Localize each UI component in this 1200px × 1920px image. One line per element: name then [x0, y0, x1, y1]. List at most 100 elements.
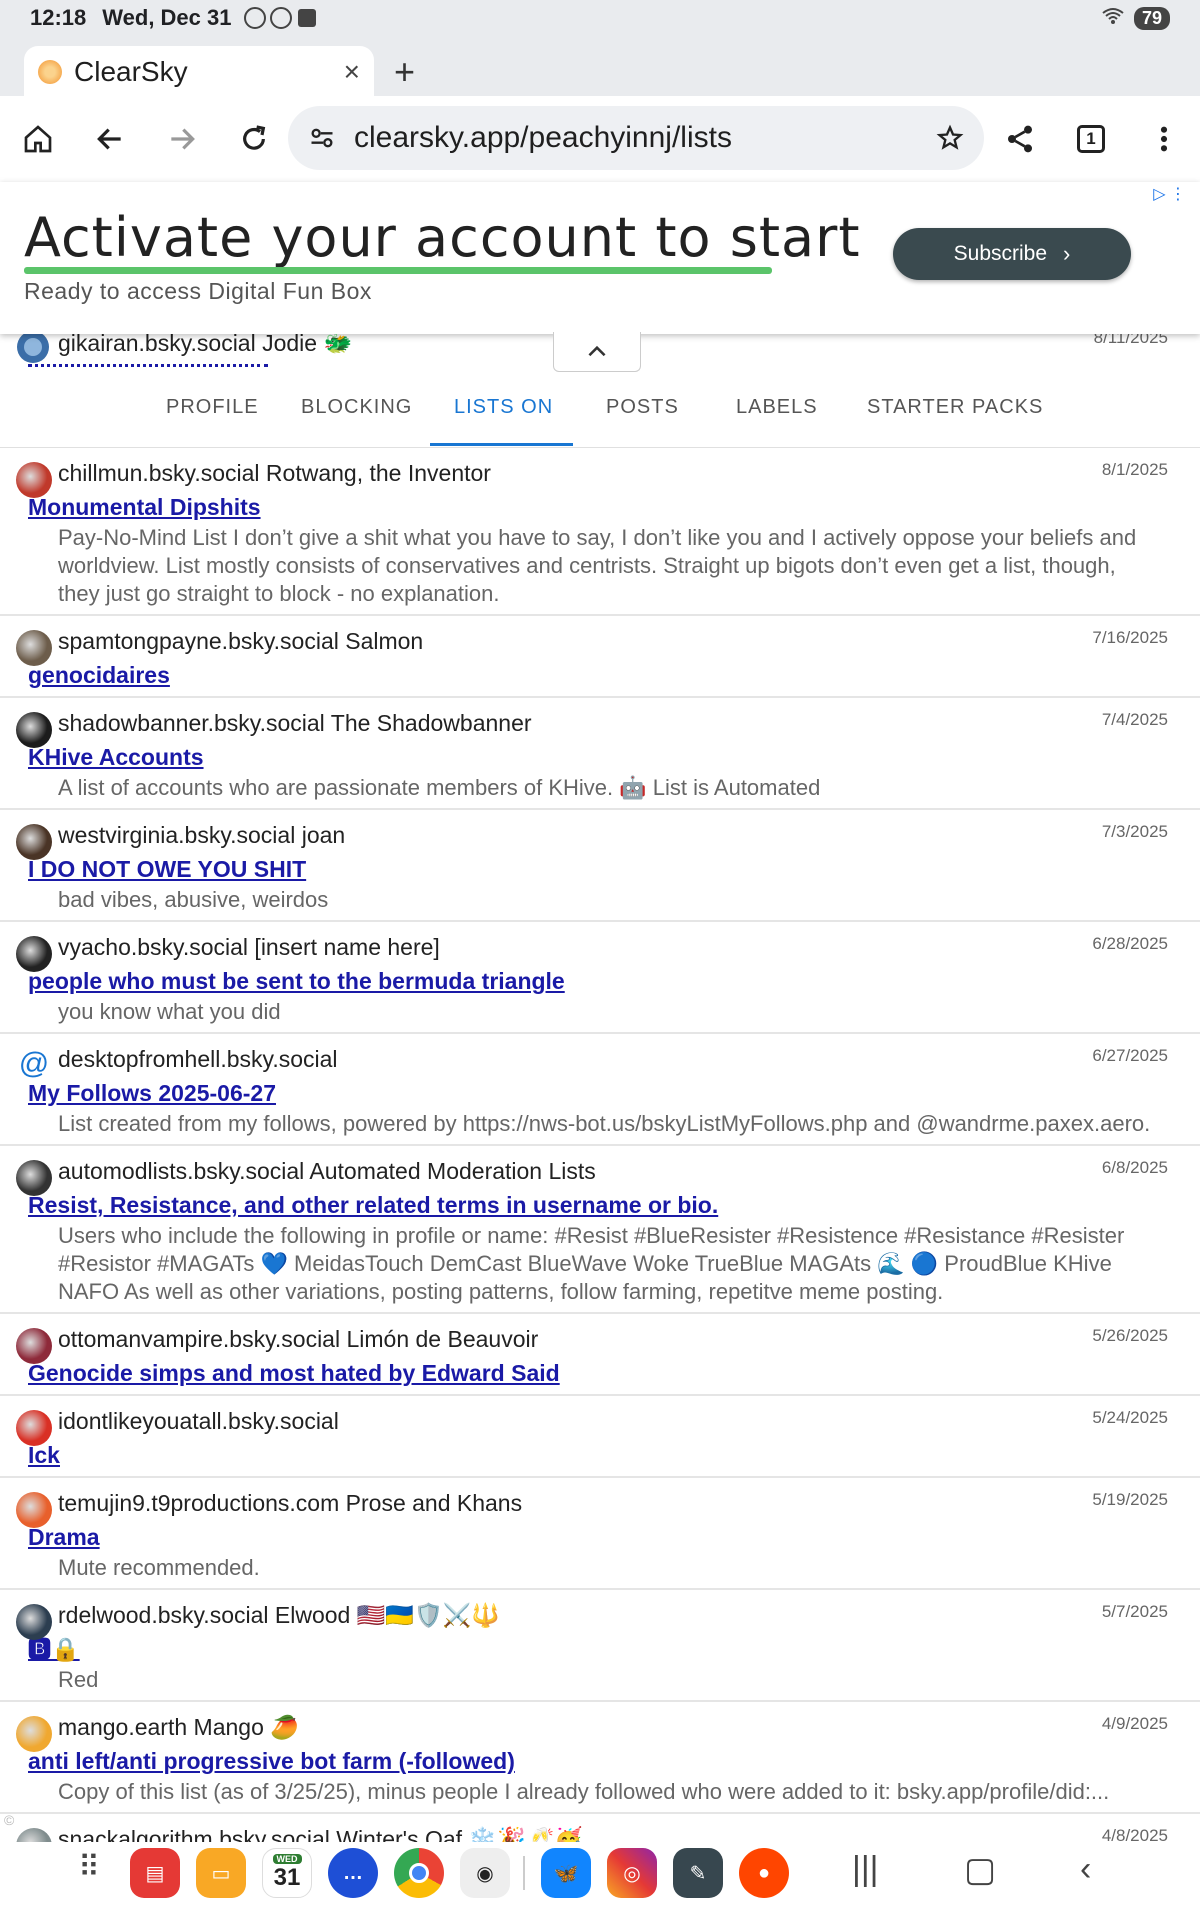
home-nav-icon[interactable]: ▢	[964, 1850, 996, 1890]
url-text[interactable]: clearsky.app/peachyinnj/lists	[354, 121, 936, 155]
tab-starter-packs[interactable]: STARTER PACKS	[867, 396, 1043, 419]
ad-underline	[24, 267, 772, 274]
forward-button[interactable]	[146, 103, 218, 175]
list-owner[interactable]: desktopfromhell.bsky.social	[58, 1042, 1200, 1076]
list-name-link[interactable]: genocidaires	[28, 658, 170, 692]
list-date: 5/19/2025	[1092, 1490, 1168, 1509]
list-item: shadowbanner.bsky.social The Shadowbanne…	[0, 698, 1200, 810]
clock: 12:18	[30, 5, 87, 30]
watermark: ©	[4, 1812, 15, 1828]
list-date: 7/3/2025	[1101, 822, 1168, 841]
messages-app-icon[interactable]: …	[328, 1848, 378, 1898]
instagram-app-icon[interactable]: ◎	[607, 1848, 657, 1898]
date: Wed, Dec 31	[102, 5, 232, 30]
list-date: 5/24/2025	[1092, 1408, 1168, 1427]
address-bar[interactable]: clearsky.app/peachyinnj/lists	[288, 106, 984, 170]
avatar[interactable]: @	[16, 1048, 52, 1084]
list-owner[interactable]: rdelwood.bsky.social Elwood 🇺🇸🇺🇦🛡️⚔️🔱	[58, 1598, 1200, 1632]
notification-icon	[269, 7, 292, 29]
list-description: Users who include the following in profi…	[58, 1223, 1125, 1304]
list-owner[interactable]: shadowbanner.bsky.social The Shadowbanne…	[58, 706, 1200, 740]
list-name-link[interactable]: I DO NOT OWE YOU SHIT	[28, 852, 306, 886]
list-name-link[interactable]: KHive Accounts	[28, 740, 204, 774]
tab-switcher-button[interactable]: 1	[1055, 103, 1127, 175]
list-owner[interactable]: spamtongpayne.bsky.social Salmon	[58, 624, 1200, 658]
back-button[interactable]	[74, 103, 146, 175]
list-owner[interactable]: mango.earth Mango 🥭	[58, 1710, 1200, 1744]
avatar[interactable]	[16, 462, 52, 498]
list-owner[interactable]: idontlikeyouatall.bsky.social	[58, 1404, 1200, 1438]
avatar[interactable]	[16, 712, 52, 748]
list-name-link[interactable]: Resist, Resistance, and other related te…	[28, 1188, 718, 1222]
list-owner[interactable]: ottomanvampire.bsky.social Limón de Beau…	[58, 1322, 1200, 1356]
avatar[interactable]	[16, 1160, 52, 1196]
subscribe-button[interactable]: Subscribe ›	[893, 228, 1131, 280]
chrome-app-icon[interactable]	[394, 1848, 444, 1898]
ad-headline: Activate your account to start	[24, 206, 861, 269]
bookmark-star-icon[interactable]	[936, 124, 964, 152]
list-name-link[interactable]: My Follows 2025-06-27	[28, 1076, 276, 1110]
new-tab-button[interactable]: +	[394, 52, 415, 92]
list-item: mango.earth Mango 🥭 4/9/2025 anti left/ant…	[0, 1702, 1200, 1814]
calendar-app-icon[interactable]: WED 31	[262, 1848, 312, 1898]
avatar[interactable]	[16, 1492, 52, 1528]
list-owner[interactable]: westvirginia.bsky.social joan	[58, 818, 1200, 852]
forward-arrow-icon	[171, 128, 195, 150]
recents-nav-icon[interactable]: |||	[852, 1850, 879, 1889]
list-date: 8/1/2025	[1101, 460, 1168, 479]
list-description: you know what you did	[58, 999, 281, 1024]
list-name-link[interactable]: people who must be sent to the bermuda t…	[28, 964, 565, 998]
close-tab-icon[interactable]: ×	[344, 56, 360, 88]
browser-menu-button[interactable]	[1128, 103, 1200, 175]
list-name-link[interactable]: Monumental Dipshits	[28, 490, 261, 524]
avatar[interactable]	[16, 936, 52, 972]
more-vertical-icon	[1160, 126, 1168, 152]
list-description: Mute recommended.	[58, 1555, 260, 1580]
reload-button[interactable]	[218, 103, 290, 175]
share-button[interactable]	[984, 103, 1056, 175]
list-item: rdelwood.bsky.social Elwood 🇺🇸🇺🇦🛡️⚔️🔱 5/7…	[0, 1590, 1200, 1702]
site-settings-icon[interactable]	[308, 124, 336, 152]
list-description: Red	[58, 1667, 99, 1692]
chevron-right-icon: ›	[1063, 241, 1071, 266]
chevron-up-icon	[588, 345, 606, 356]
avatar[interactable]	[16, 1328, 52, 1364]
list-description: bad vibes, abusive, weirdos	[58, 887, 329, 912]
avatar[interactable]	[16, 824, 52, 860]
avatar[interactable]	[16, 1716, 52, 1752]
avatar[interactable]	[16, 1410, 52, 1446]
avatar[interactable]	[16, 630, 52, 666]
profile-date: 8/11/2025	[1093, 334, 1168, 347]
advertisement-banner[interactable]: ▷ ⋮ Activate your account to start Ready…	[0, 182, 1200, 334]
tab-posts[interactable]: POSTS	[606, 396, 679, 419]
list-owner[interactable]: temujin9.t9productions.com Prose and Kha…	[58, 1486, 1200, 1520]
ad-choices-icon[interactable]: ▷ ⋮	[1153, 184, 1186, 204]
list-item: @ desktopfromhell.bsky.social 6/27/2025 My …	[0, 1034, 1200, 1146]
list-name-link[interactable]: anti left/anti progressive bot farm (-fo…	[28, 1744, 515, 1778]
back-nav-icon[interactable]: ‹	[1080, 1850, 1091, 1889]
bluesky-app-icon[interactable]: 🦋	[541, 1848, 591, 1898]
reader-app-icon[interactable]: ✎	[673, 1848, 723, 1898]
collapse-header-button[interactable]	[553, 332, 641, 372]
camera-app-icon[interactable]: ◉	[460, 1848, 510, 1898]
truncated-link	[28, 364, 268, 370]
tab-lists-on[interactable]: LISTS ON	[454, 396, 553, 419]
dock-separator	[523, 1856, 525, 1890]
tab-blocking[interactable]: BLOCKING	[301, 396, 412, 419]
list-name-link[interactable]: Genocide simps and most hated by Edward …	[28, 1356, 560, 1390]
list-item: chillmun.bsky.social Rotwang, the Invent…	[0, 448, 1200, 616]
reddit-app-icon[interactable]: ●	[739, 1848, 789, 1898]
avatar	[17, 334, 49, 363]
list-owner[interactable]: automodlists.bsky.social Automated Moder…	[58, 1154, 1200, 1188]
avatar[interactable]	[16, 1604, 52, 1640]
files-app-icon[interactable]: ▭	[196, 1848, 246, 1898]
list-owner[interactable]: vyacho.bsky.social [insert name here]	[58, 930, 1200, 964]
tab-labels[interactable]: LABELS	[736, 396, 818, 419]
home-button[interactable]	[2, 103, 74, 175]
browser-tab[interactable]: ClearSky ×	[24, 46, 374, 98]
list-owner[interactable]: chillmun.bsky.social Rotwang, the Invent…	[58, 456, 1200, 490]
tab-profile[interactable]: PROFILE	[166, 396, 259, 419]
app-drawer-icon[interactable]: ⠿	[78, 1850, 100, 1885]
list-date: 5/26/2025	[1092, 1326, 1168, 1345]
notes-app-icon[interactable]: ▤	[130, 1848, 180, 1898]
